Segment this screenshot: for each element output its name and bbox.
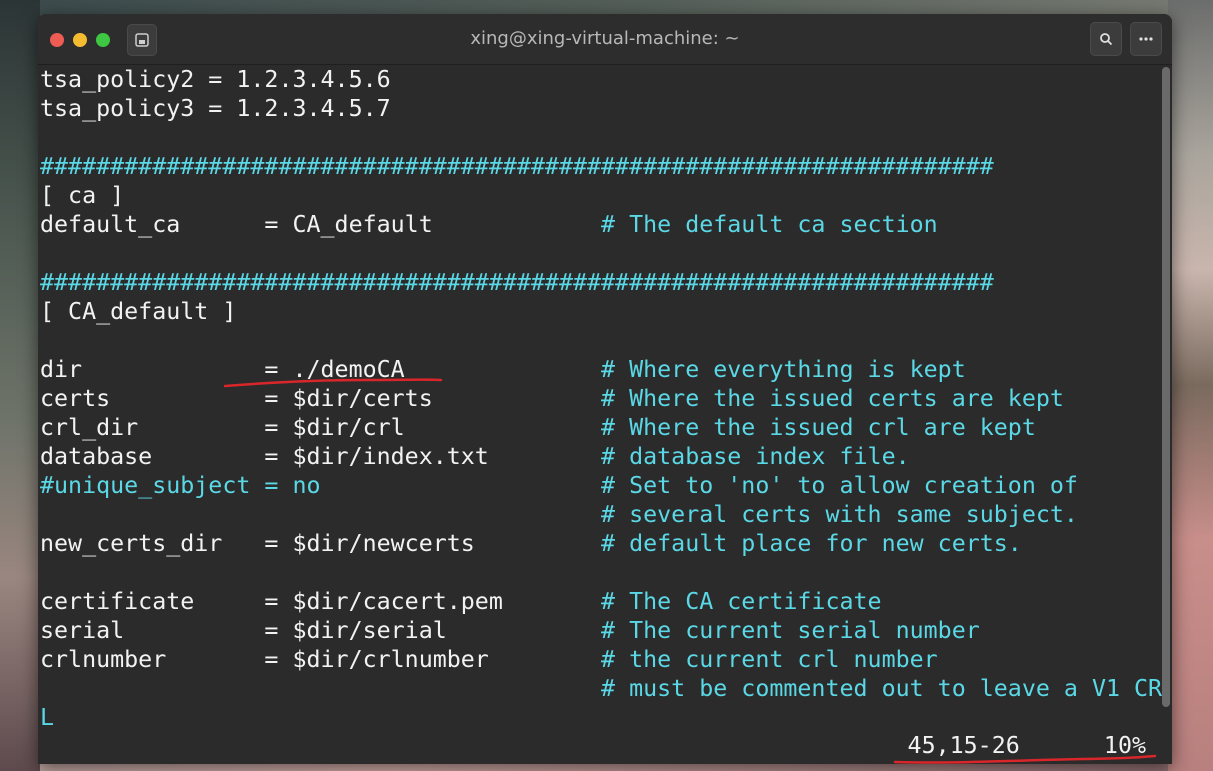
- menu-button[interactable]: [1130, 22, 1162, 56]
- minimize-window-button[interactable]: [73, 33, 87, 47]
- terminal-line: default_ca = CA_default # The default ca…: [40, 210, 938, 239]
- terminal-line: dir = ./demoCA # Where everything is kep…: [40, 355, 966, 384]
- new-tab-icon: [135, 33, 149, 47]
- terminal-text-segment: # must be commented out to leave a V1 CR: [601, 675, 1163, 702]
- terminal-text-segment: crl_dir = $dir/crl: [40, 414, 602, 441]
- terminal-text-segment: dir = ./demoCA: [40, 356, 602, 383]
- terminal-area[interactable]: tsa_policy2 = 1.2.3.4.5.6 tsa_policy3 = 1…: [38, 65, 1172, 764]
- terminal-text-segment: # Set to 'no' to allow creation of: [601, 472, 1078, 499]
- terminal-line: ########################################…: [40, 268, 994, 297]
- terminal-window: xing@xing-virtual-machine: ~ tsa_policy2…: [38, 14, 1172, 764]
- terminal-text-segment: # database index file.: [601, 443, 910, 470]
- terminal-text-segment: tsa_policy3 = 1.2.3.4.5.7: [40, 95, 391, 122]
- terminal-line: [ ca ]: [40, 181, 124, 210]
- more-options-icon: [1139, 37, 1153, 41]
- maximize-window-button[interactable]: [96, 33, 110, 47]
- terminal-text-segment: database = $dir/index.txt: [40, 443, 602, 470]
- terminal-text-segment: # Where everything is kept: [601, 356, 966, 383]
- terminal-line: [ CA_default ]: [40, 297, 236, 326]
- terminal-text-segment: # default place for new certs.: [601, 530, 1022, 557]
- terminal-line: database = $dir/index.txt # database ind…: [40, 442, 910, 471]
- terminal-text-segment: new_certs_dir = $dir/newcerts: [40, 530, 602, 557]
- terminal-line: # several certs with same subject.: [40, 500, 1078, 529]
- terminal-line: tsa_policy3 = 1.2.3.4.5.7: [40, 94, 391, 123]
- terminal-text-segment: # several certs with same subject.: [601, 501, 1078, 528]
- terminal-text-segment: ########################################…: [40, 153, 994, 180]
- window-title: xing@xing-virtual-machine: ~: [470, 28, 740, 49]
- terminal-text-segment: [ CA_default ]: [40, 298, 237, 325]
- terminal-line: L: [40, 703, 54, 732]
- terminal-line: #unique_subject = no # Set to 'no' to al…: [40, 471, 1078, 500]
- terminal-text-segment: # The CA certificate: [601, 588, 882, 615]
- terminal-text-segment: #unique_subject = no: [40, 472, 602, 499]
- terminal-text-segment: [ ca ]: [40, 182, 125, 209]
- terminal-line: ########################################…: [40, 152, 994, 181]
- terminal-text-segment: L: [40, 704, 55, 731]
- desktop-wallpaper-right: [1168, 0, 1213, 771]
- title-bar[interactable]: xing@xing-virtual-machine: ~: [38, 14, 1172, 65]
- terminal-text-segment: crlnumber = $dir/crlnumber: [40, 646, 602, 673]
- terminal-text-segment: # Where the issued certs are kept: [601, 385, 1064, 412]
- terminal-line: # must be commented out to leave a V1 CR: [40, 674, 1162, 703]
- terminal-line: crl_dir = $dir/crl # Where the issued cr…: [40, 413, 1036, 442]
- scroll-percent: 10%: [1103, 732, 1146, 759]
- terminal-line: tsa_policy2 = 1.2.3.4.5.6: [40, 65, 391, 94]
- search-button[interactable]: [1090, 22, 1122, 56]
- terminal-text-segment: tsa_policy2 = 1.2.3.4.5.6: [40, 66, 391, 93]
- terminal-text-segment: default_ca = CA_default: [40, 211, 602, 238]
- terminal-text-segment: # the current crl number: [601, 646, 938, 673]
- terminal-text-segment: serial = $dir/serial: [40, 617, 602, 644]
- terminal-text-segment: ########################################…: [40, 269, 994, 296]
- terminal-text-segment: # Where the issued crl are kept: [601, 414, 1036, 441]
- terminal-text-segment: certificate = $dir/cacert.pem: [40, 588, 602, 615]
- terminal-text-segment: # The default ca section: [601, 211, 938, 238]
- close-window-button[interactable]: [50, 33, 64, 47]
- terminal-line: certs = $dir/certs # Where the issued ce…: [40, 384, 1064, 413]
- terminal-line: certificate = $dir/cacert.pem # The CA c…: [40, 587, 882, 616]
- search-icon: [1100, 33, 1113, 46]
- desktop-wallpaper-left: [0, 0, 40, 771]
- scrollbar-thumb[interactable]: [1162, 67, 1170, 707]
- ruler-gap: [1020, 732, 1104, 759]
- terminal-text-segment: certs = $dir/certs: [40, 385, 602, 412]
- terminal-line: crlnumber = $dir/crlnumber # the current…: [40, 645, 938, 674]
- new-tab-button[interactable]: [127, 24, 157, 56]
- terminal-line: serial = $dir/serial # The current seria…: [40, 616, 980, 645]
- terminal-line: new_certs_dir = $dir/newcerts # default …: [40, 529, 1022, 558]
- terminal-text-segment: # The current serial number: [601, 617, 980, 644]
- cursor-position: 45,15-26: [907, 732, 1020, 759]
- vim-ruler: 45,15-26 10%: [908, 731, 1146, 760]
